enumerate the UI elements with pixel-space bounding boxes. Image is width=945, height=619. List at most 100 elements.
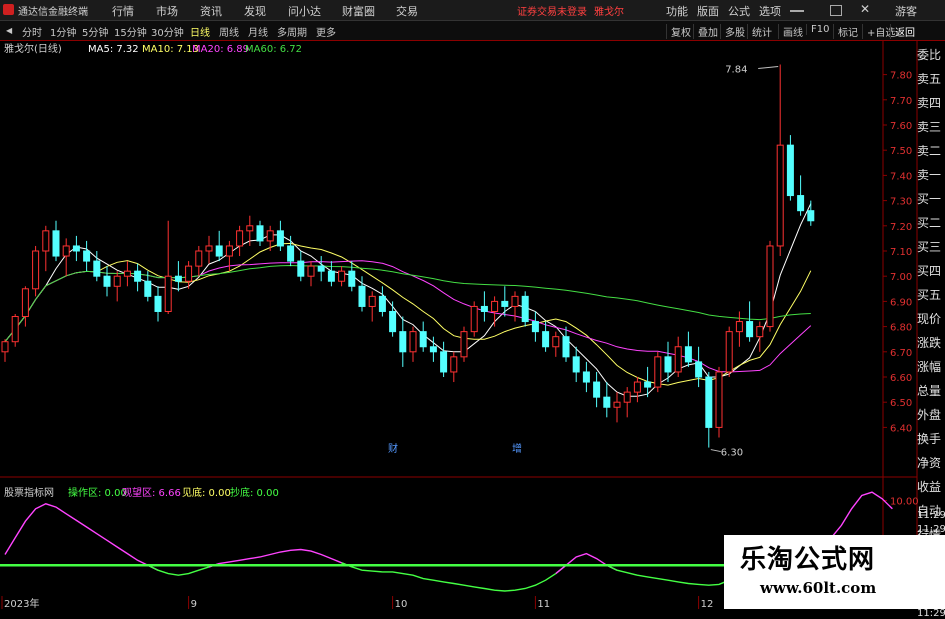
toolbar-button[interactable]: 复权 <box>666 24 691 39</box>
candle <box>786 135 794 201</box>
candle <box>52 220 60 262</box>
close-icon[interactable]: ✕ <box>860 2 870 16</box>
candle <box>21 286 29 327</box>
menu-right-item[interactable]: 功能 <box>666 3 688 19</box>
candle <box>419 321 427 352</box>
candle <box>705 371 713 448</box>
candle <box>470 301 478 337</box>
candle <box>501 286 509 317</box>
menu-item[interactable]: 资讯 <box>200 3 222 19</box>
price-tick-label: 6.80 <box>890 323 912 334</box>
toolbar-button[interactable]: 叠加 <box>693 24 718 39</box>
candle <box>72 235 80 262</box>
candle <box>797 175 805 216</box>
quote-panel-label: 现价 <box>917 312 942 326</box>
menu-item[interactable]: 发现 <box>244 3 266 19</box>
menu-item[interactable]: 财富圈 <box>342 3 375 19</box>
date-tick-label: 9 <box>191 599 197 609</box>
quote-panel-label: 外盘 <box>917 408 942 422</box>
candle <box>348 261 356 292</box>
date-tick-label: 2023年 <box>4 597 39 609</box>
quote-panel-label: 委比 <box>917 48 942 62</box>
candle <box>399 316 407 367</box>
menu-bar: 通达信金融终端 行情 市场 资讯 发现 问小达 财富圈 交易 证券交易未登录 雅… <box>0 0 945 21</box>
period-tab[interactable]: 1分钟 <box>50 24 76 39</box>
candle <box>715 366 723 438</box>
login-notice[interactable]: 证券交易未登录 <box>517 3 587 18</box>
candle <box>409 326 417 362</box>
period-tab[interactable]: 周线 <box>219 24 239 39</box>
app-title: 通达信金融终端 <box>18 7 88 18</box>
candle <box>480 291 488 322</box>
quote-panel-label: 买五 <box>917 288 942 302</box>
kline-chart[interactable]: 雅戈尔(日线) MA5: 7.32 MA10: 7.13 MA20: 6.89 … <box>0 40 945 609</box>
menu-item[interactable]: 市场 <box>156 3 178 19</box>
quote-panel-label: 11:29 <box>917 510 945 521</box>
candle <box>776 64 784 257</box>
candle <box>521 291 529 327</box>
toolbar-arrow-icon[interactable]: ◀ <box>6 26 12 35</box>
toolbar-button[interactable]: 标记 <box>833 24 858 39</box>
quote-panel-label: 买四 <box>917 264 942 278</box>
menu-right-item[interactable]: 公式 <box>728 3 750 19</box>
low-price-label: 6.30 <box>721 448 743 459</box>
low-pointer <box>710 449 721 453</box>
indicator-legend-1: 操作区: 0.00 <box>68 486 127 499</box>
high-pointer <box>758 66 779 70</box>
indicator-legend-4: 抄底: 0.00 <box>230 486 279 499</box>
candle <box>103 266 111 297</box>
candle <box>42 225 50 272</box>
ma-legend-2: MA10: 7.13 <box>142 44 199 55</box>
menu-item[interactable]: 问小达 <box>288 3 321 19</box>
menu-item[interactable]: 行情 <box>112 3 134 19</box>
candle <box>531 311 539 342</box>
candle <box>164 220 172 314</box>
menu-right-item[interactable]: 版面 <box>697 3 719 19</box>
price-tick-label: 7.40 <box>890 171 912 182</box>
ma5-line <box>4 203 812 397</box>
event-marker[interactable]: 财 <box>388 442 398 455</box>
candle <box>603 382 611 418</box>
user-label[interactable]: 游客 <box>895 3 917 19</box>
candle <box>174 261 182 292</box>
period-tab[interactable]: 月线 <box>248 24 268 39</box>
maximize-icon[interactable] <box>830 5 842 16</box>
ma60-line <box>4 264 811 343</box>
indicator-high-line <box>555 552 618 575</box>
candlesticks <box>1 64 815 448</box>
candle <box>807 200 815 226</box>
minimize-icon[interactable] <box>790 10 804 12</box>
candle <box>623 387 631 418</box>
indicator-high-line <box>4 503 159 571</box>
candle <box>562 326 570 362</box>
period-tab[interactable]: 15分钟 <box>114 24 147 39</box>
ma10-line <box>4 242 812 386</box>
quote-panel-label: 11:29 <box>917 608 945 619</box>
indicator-name: 股票指标网 <box>4 486 54 499</box>
indicator-legend-2: 观望区: 6.66 <box>122 486 181 499</box>
period-tab[interactable]: 分时 <box>22 24 42 39</box>
toolbar-button[interactable]: 画线 <box>778 24 803 39</box>
menu-item[interactable]: 交易 <box>396 3 418 19</box>
stock-name: 雅戈尔 <box>594 7 624 18</box>
toolbar-button[interactable]: F10 <box>806 24 829 35</box>
price-tick-label: 7.70 <box>890 96 912 107</box>
price-tick-label: 6.90 <box>890 297 912 308</box>
period-tab[interactable]: 5分钟 <box>82 24 108 39</box>
period-tab[interactable]: 更多 <box>316 24 336 39</box>
price-tick-label: 6.70 <box>890 348 912 359</box>
period-tab[interactable]: 30分钟 <box>151 24 184 39</box>
candle <box>633 377 641 403</box>
price-tick-label: 7.00 <box>890 272 912 283</box>
toolbar-button[interactable]: 多股 <box>720 24 745 39</box>
candle <box>276 220 284 251</box>
period-tab[interactable]: 多周期 <box>277 24 307 39</box>
period-tab-active[interactable]: 日线 <box>190 24 210 39</box>
candle <box>338 266 346 287</box>
toolbar-button[interactable]: 返回 <box>890 24 915 39</box>
event-marker[interactable]: 增 <box>512 442 522 455</box>
watermark-url: www.60lt.com <box>760 579 877 597</box>
menu-right-item[interactable]: 选项 <box>759 3 781 19</box>
toolbar-button[interactable]: 统计 <box>747 24 772 39</box>
candle <box>695 346 703 388</box>
